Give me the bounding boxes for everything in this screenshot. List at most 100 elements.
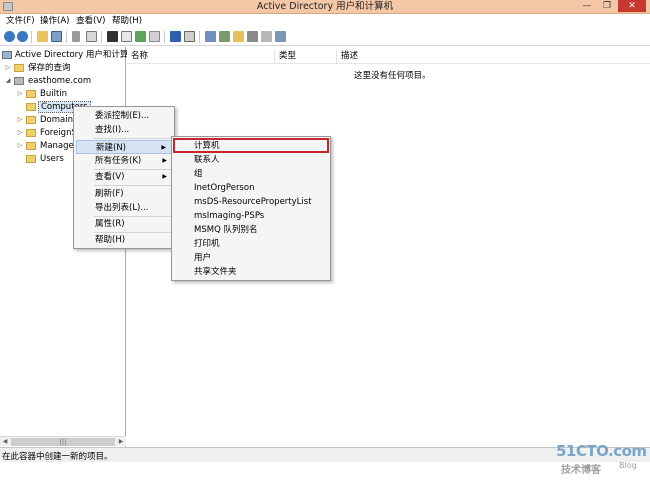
status-bar: 在此容器中创建一新的项目。 <box>0 447 650 462</box>
menu-bar: 文件(F) 操作(A) 查看(V) 帮助(H) <box>0 14 650 28</box>
find-icon[interactable] <box>261 31 272 42</box>
menu-item-export-list[interactable]: 导出列表(L)... <box>76 201 172 215</box>
scroll-left-arrow[interactable]: ◀ <box>0 437 10 447</box>
submenu-item-msimaging-psps[interactable]: msImaging-PSPs <box>174 209 328 223</box>
menu-separator <box>94 138 172 139</box>
header-divider <box>127 63 650 64</box>
maximize-button[interactable]: ❐ <box>598 0 616 12</box>
toolbar-separator <box>101 31 102 43</box>
refresh-icon[interactable] <box>135 31 146 42</box>
collapse-icon[interactable]: ◢ <box>4 75 12 87</box>
menu-item-properties[interactable]: 属性(R) <box>76 217 172 231</box>
copy-icon[interactable] <box>86 31 97 42</box>
domain-icon <box>14 77 24 85</box>
watermark: 51CTO.com 技术博客 Blog <box>556 440 648 480</box>
menu-item-label: msDS-ResourcePropertyList <box>194 197 312 207</box>
tree-item-label: Users <box>40 154 64 164</box>
menu-item-new[interactable]: 新建(N) ▶ <box>76 140 172 154</box>
menu-item-label: 查看(V) <box>95 172 125 182</box>
tree-item-label: Domain <box>40 115 73 125</box>
scrollbar-thumb[interactable]: ||| <box>11 438 115 446</box>
up-folder-icon[interactable] <box>37 31 48 42</box>
menu-item-label: 用户 <box>194 253 212 263</box>
submenu-item-inetorgperson[interactable]: InetOrgPerson <box>174 181 328 195</box>
column-header-name[interactable]: 名称 <box>127 50 275 63</box>
context-menu: 委派控制(E)... 查找(I)... 新建(N) ▶ 所有任务(K) ▶ 查看(V… <box>73 106 175 249</box>
expand-icon[interactable]: ▷ <box>4 62 12 74</box>
menu-item-view[interactable]: 查看(V) ▶ <box>76 170 172 184</box>
console-icon[interactable] <box>184 31 195 42</box>
back-icon[interactable] <box>4 31 15 42</box>
folder-icon <box>26 155 36 163</box>
menu-item-find[interactable]: 查找(I)... <box>76 123 172 137</box>
tree-item-builtin[interactable]: ▷ Builtin <box>16 88 124 100</box>
menu-item-help[interactable]: 帮助(H) <box>76 233 172 247</box>
delete-icon[interactable] <box>107 31 118 42</box>
menu-item-all-tasks[interactable]: 所有任务(K) ▶ <box>76 154 172 168</box>
submenu-item-shared-folder[interactable]: 共享文件夹 <box>174 265 328 279</box>
new-ou-icon[interactable] <box>233 31 244 42</box>
folder-icon <box>26 129 36 137</box>
submenu-item-msmq-alias[interactable]: MSMQ 队列别名 <box>174 223 328 237</box>
new-group-icon[interactable] <box>219 31 230 42</box>
menu-item-label: msImaging-PSPs <box>194 211 265 221</box>
menu-help[interactable]: 帮助(H) <box>112 14 142 28</box>
help-icon[interactable] <box>170 31 181 42</box>
expand-icon[interactable]: ▷ <box>16 140 24 152</box>
column-header-description[interactable]: 描述 <box>337 50 517 63</box>
menu-item-label: 帮助(H) <box>95 235 126 245</box>
desktop-area <box>0 462 650 488</box>
menu-item-delegate-control[interactable]: 委派控制(E)... <box>76 109 172 123</box>
column-header-type[interactable]: 类型 <box>275 50 337 63</box>
scrollbar-grip: ||| <box>59 438 67 446</box>
toolbar <box>0 28 650 46</box>
menu-view[interactable]: 查看(V) <box>76 14 105 28</box>
menu-item-label: 共享文件夹 <box>194 267 237 277</box>
menu-separator <box>94 185 172 186</box>
watermark-line2: Blog <box>619 461 637 470</box>
menu-item-refresh[interactable]: 刷新(F) <box>76 187 172 201</box>
export-icon[interactable] <box>149 31 160 42</box>
new-user-icon[interactable] <box>205 31 216 42</box>
tree-item-saved-queries[interactable]: ▷ 保存的查询 <box>4 62 124 74</box>
tree-item-domain[interactable]: ◢ easthome.com <box>4 75 124 87</box>
menu-item-label: 委派控制(E)... <box>95 111 150 121</box>
title-bar: Active Directory 用户和计算机 — ❐ ✕ <box>0 0 650 14</box>
tree-root-label: Active Directory 用户和计算机 <box>15 50 137 60</box>
empty-list-message: 这里没有任何项目。 <box>354 71 431 81</box>
folder-icon <box>26 116 36 124</box>
ad-console-icon <box>2 51 12 59</box>
minimize-button[interactable]: — <box>578 0 596 12</box>
scroll-right-arrow[interactable]: ▶ <box>116 437 126 447</box>
submenu-item-resource-property-list[interactable]: msDS-ResourcePropertyList <box>174 195 328 209</box>
close-button[interactable]: ✕ <box>618 0 646 12</box>
menu-item-label: InetOrgPerson <box>194 183 255 193</box>
add-to-group-icon[interactable] <box>275 31 286 42</box>
folder-icon <box>26 142 36 150</box>
expand-icon[interactable]: ▷ <box>16 88 24 100</box>
properties-icon[interactable] <box>121 31 132 42</box>
filter-icon[interactable] <box>247 31 258 42</box>
menu-action[interactable]: 操作(A) <box>40 14 69 28</box>
tree-root[interactable]: Active Directory 用户和计算机 <box>2 49 137 61</box>
submenu-item-computer[interactable]: 计算机 <box>174 139 328 153</box>
forward-icon[interactable] <box>17 31 28 42</box>
submenu-item-group[interactable]: 组 <box>174 167 328 181</box>
window-title: Active Directory 用户和计算机 <box>256 1 394 12</box>
cut-icon[interactable] <box>72 31 80 42</box>
submenu-arrow-icon: ▶ <box>162 157 167 164</box>
folder-icon <box>26 90 36 98</box>
submenu-item-contact[interactable]: 联系人 <box>174 153 328 167</box>
toolbar-separator <box>31 31 32 43</box>
menu-item-label: 导出列表(L)... <box>95 203 149 213</box>
menu-item-label: 计算机 <box>194 141 220 151</box>
submenu-item-user[interactable]: 用户 <box>174 251 328 265</box>
folder-icon <box>26 103 36 111</box>
expand-icon[interactable]: ▷ <box>16 114 24 126</box>
submenu-item-printer[interactable]: 打印机 <box>174 237 328 251</box>
show-tree-icon[interactable] <box>51 31 62 42</box>
expand-icon[interactable]: ▷ <box>16 127 24 139</box>
menu-item-label: 属性(R) <box>95 219 125 229</box>
tree-horizontal-scrollbar[interactable]: ◀ ||| ▶ <box>0 436 126 446</box>
menu-file[interactable]: 文件(F) <box>6 14 35 28</box>
